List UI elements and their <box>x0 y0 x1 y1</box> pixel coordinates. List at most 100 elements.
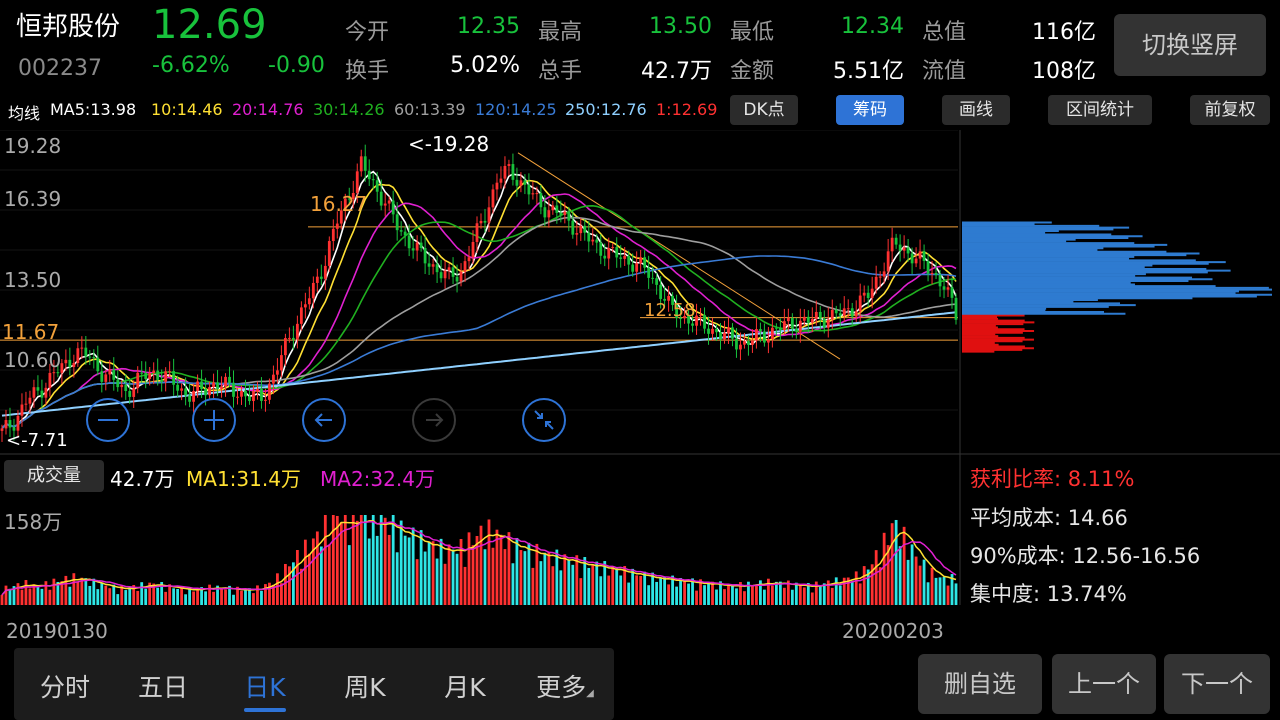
volume-bar <box>351 515 355 605</box>
candle-body <box>311 282 315 299</box>
candle-body <box>782 321 786 331</box>
volume-bar <box>379 515 383 605</box>
tab-daily-k[interactable]: 日K <box>230 668 300 704</box>
candle-body <box>487 207 491 223</box>
volume-bar <box>735 588 738 605</box>
candle-body <box>711 328 714 334</box>
active-tab-indicator <box>244 708 286 712</box>
current-price: 12.69 <box>152 2 267 48</box>
volume-bar <box>711 581 714 605</box>
chips-button[interactable]: 筹码 <box>836 95 904 125</box>
candle-body <box>699 314 702 316</box>
next-stock-button[interactable]: 下一个 <box>1164 654 1270 714</box>
volume-bar <box>906 559 910 605</box>
candle-body <box>583 225 587 233</box>
scroll-left-icon[interactable] <box>300 396 348 444</box>
candle-body <box>579 225 583 234</box>
remove-watchlist-button[interactable]: 删自选 <box>918 654 1042 714</box>
candle-body <box>723 333 726 340</box>
volume-bar <box>68 586 72 605</box>
switch-portrait-button[interactable]: 切换竖屏 <box>1114 14 1266 76</box>
volume-bar <box>882 532 886 605</box>
range-stats-button[interactable]: 区间统计 <box>1048 95 1152 125</box>
tab-more[interactable]: 更多◢ <box>530 668 600 704</box>
candle-body <box>427 263 431 267</box>
volume-bar <box>112 584 116 605</box>
volume-bar <box>84 578 88 605</box>
volume-bar <box>547 552 551 605</box>
candle-body <box>256 389 259 392</box>
change-percent: -6.62% <box>152 53 230 78</box>
tab-intraday[interactable]: 分时 <box>30 668 100 704</box>
candle-body <box>331 228 335 242</box>
candle-body <box>375 180 379 192</box>
candle-body <box>180 388 184 391</box>
candle-body <box>232 382 235 397</box>
volume-bar <box>850 581 854 605</box>
date-start: 20190130 <box>6 619 108 643</box>
candle-body <box>854 311 858 317</box>
tab-weekly-k[interactable]: 周K <box>330 668 400 704</box>
forward-adjust-button[interactable]: 前复权 <box>1190 95 1270 125</box>
candle-body <box>659 284 663 299</box>
volume-bar <box>763 589 766 605</box>
candle-body <box>84 347 88 357</box>
volume-bar <box>116 594 120 605</box>
candle-body <box>591 239 595 242</box>
volume-bar <box>535 543 539 605</box>
volume-bar <box>411 527 415 605</box>
candle-body <box>168 371 172 373</box>
candle-body <box>942 286 946 290</box>
zoom-in-icon[interactable] <box>190 396 238 444</box>
volume-bar <box>252 593 255 605</box>
candle-body <box>790 318 794 329</box>
volume-bar <box>766 578 770 605</box>
volume-bar <box>794 582 798 605</box>
ma-title: 均线 <box>8 104 41 123</box>
tab-five-day[interactable]: 五日 <box>128 668 198 704</box>
volume-bar <box>212 591 215 605</box>
volume-bar <box>559 570 563 605</box>
candle-body <box>886 251 890 272</box>
dk-point-button[interactable]: DK点 <box>730 95 798 125</box>
candle-body <box>755 329 758 341</box>
volume-bar <box>303 539 307 605</box>
volume-bar <box>926 582 930 605</box>
volume-bar <box>655 581 659 605</box>
volume-bar <box>635 575 639 605</box>
candle-body <box>547 210 551 218</box>
ma250-value: 250:12.76 <box>565 100 647 119</box>
volume-bar <box>822 583 826 605</box>
volume-bar <box>359 515 363 605</box>
volume-bar <box>24 580 28 605</box>
candle-body <box>319 276 323 279</box>
candle-body <box>846 308 850 310</box>
candle-body <box>774 327 778 329</box>
market-cap-label: 总值 <box>922 20 967 45</box>
reset-zoom-icon[interactable] <box>520 396 568 444</box>
volume-bar <box>707 583 710 605</box>
previous-stock-button[interactable]: 上一个 <box>1052 654 1156 714</box>
period-tabs <box>14 648 614 720</box>
candle-body <box>144 372 148 379</box>
volume-bar <box>774 581 778 605</box>
draw-line-button[interactable]: 画线 <box>942 95 1010 125</box>
candle-body <box>96 357 100 372</box>
y-label-4: 10.60 <box>4 348 62 372</box>
tab-monthly-k[interactable]: 月K <box>430 668 500 704</box>
candle-body <box>100 371 104 382</box>
volume-bar <box>615 568 619 605</box>
candle-body <box>850 308 854 317</box>
candle-body <box>327 241 331 266</box>
volume-bar <box>647 585 651 605</box>
candle-body <box>475 223 479 242</box>
volume-bar <box>100 582 104 605</box>
candle-body <box>36 387 40 391</box>
volume-bar <box>4 585 8 605</box>
zoom-out-icon[interactable] <box>84 396 132 444</box>
volume-bar <box>599 576 603 605</box>
scroll-right-icon[interactable] <box>410 396 458 444</box>
ma30-value: 30:14.26 <box>313 100 385 119</box>
volume-bar <box>363 515 367 605</box>
stock-kline-screen: { "stock":{"name":"恒邦股份","code":"002237"… <box>0 0 1280 720</box>
